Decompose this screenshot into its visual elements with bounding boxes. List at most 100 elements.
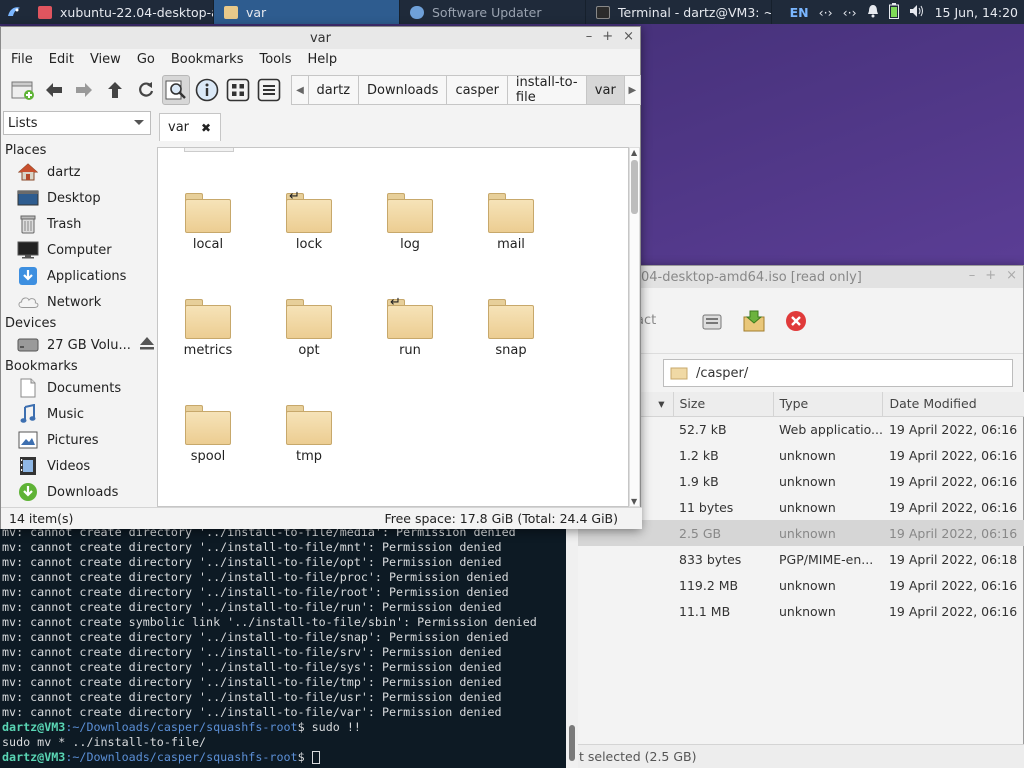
task-archive[interactable]: xubuntu-22.04-desktop-a... [28,0,214,24]
whisker-menu-button[interactable] [0,0,28,24]
column-type[interactable]: Type [773,392,884,417]
folder-item-run[interactable]: ↵ run [370,295,450,358]
notification-bell-icon[interactable] [867,4,879,21]
add-files-button[interactable] [740,307,768,335]
archive-cell-size: 2.5 GB [673,520,773,546]
terminal-window[interactable]: mv: cannot create directory '../install-… [0,525,578,768]
archive-table-row[interactable]: 11.1 MB unknown 19 April 2022, 06:16 [561,598,1024,624]
menu-bookmarks[interactable]: Bookmarks [171,52,244,67]
archive-cell-size: 11.1 MB [679,603,731,619]
new-tab-button[interactable] [9,75,37,105]
sidebar-item-downloads[interactable]: Downloads [17,480,118,504]
sidebar-item-trash[interactable]: Trash [17,212,81,236]
scroll-up-icon[interactable]: ▲ [631,148,637,157]
archive-cell-size: 1.2 kB [679,447,719,463]
menu-file[interactable]: File [11,52,33,67]
path-scroll-right-button[interactable]: ▶ [623,75,641,105]
sidebar-item-label: Applications [47,268,127,284]
scroll-down-icon[interactable]: ▼ [631,497,637,506]
sidebar-item-pictures[interactable]: Pictures [17,428,98,452]
folder-item-opt[interactable]: opt [269,299,349,358]
path-scroll-left-button[interactable]: ◀ [291,75,309,105]
menu-go[interactable]: Go [137,52,155,67]
folder-view-scrollbar[interactable]: ▲ ▼ [629,147,640,507]
menu-help[interactable]: Help [308,52,338,67]
column-size[interactable]: Size [673,392,774,417]
task-software-updater[interactable]: Software Updater [400,0,586,24]
sidebar-item-home[interactable]: dartz [17,160,80,184]
archive-cell-date: 19 April 2022, 06:16 [888,447,1018,463]
sidebar-item-videos[interactable]: Videos [17,454,90,478]
sidebar-item-network[interactable]: Network [17,290,101,314]
sidebar-item-computer[interactable]: Computer [17,238,112,262]
terminal-scrollbar[interactable] [566,525,578,768]
clock[interactable]: 15 Jun, 14:20 [935,5,1018,20]
archive-table-row[interactable]: 119.2 MB unknown 19 April 2022, 06:16 [561,572,1024,598]
task-terminal[interactable]: Terminal - dartz@VM3: ~/... [586,0,772,24]
keyboard-layout[interactable]: EN [790,5,809,20]
vpn-icon[interactable]: ‹·› [843,5,857,20]
sidebar-item-label: Downloads [47,484,119,500]
sidebar-item-volume[interactable]: 27 GB Volu... [17,333,154,357]
network-icon[interactable]: ‹·› [819,5,833,20]
folder-item-snap[interactable]: snap [471,299,551,358]
close-tab-icon[interactable]: ✖ [201,121,211,135]
sidebar-item-music[interactable]: Music [17,402,84,426]
stop-button[interactable] [782,307,810,335]
archive-cell-type: unknown [779,473,836,489]
terminal-output-line: mv: cannot create directory '../install-… [2,675,502,689]
archive-cell-type: unknown [779,603,836,619]
path-segment-dartz[interactable]: dartz [307,75,360,105]
menu-tools[interactable]: Tools [259,52,291,67]
task-var[interactable]: var [214,0,400,24]
path-segment-casper[interactable]: casper [446,75,508,105]
path-segment-var[interactable]: var [585,75,625,105]
folder-item-mail[interactable]: mail [471,193,551,252]
folder-view-scroll-thumb[interactable] [631,160,638,214]
extract-button[interactable]: act [636,313,684,328]
menu-view[interactable]: View [90,52,121,67]
folder-item-metrics[interactable]: metrics [168,299,248,358]
back-button[interactable] [40,75,68,105]
minimize-button[interactable]: – [969,268,976,283]
folder-item-local[interactable]: local [168,193,248,252]
archive-cell-type: unknown [779,577,836,593]
archive-table-row[interactable]: g833 bytesPGP/MIME-en...19 April 2022, 0… [561,546,1024,572]
tab-var[interactable]: var ✖ [159,113,221,141]
folder-item-lock[interactable]: ↵ lock [269,189,349,252]
sidebar-item-applications[interactable]: Applications [17,264,126,288]
path-segment-install-to-file[interactable]: install-to-file [506,75,587,105]
forward-button[interactable] [70,75,98,105]
prompt-path: :~/Downloads/casper/squashfs-root [65,720,298,734]
close-button[interactable]: × [1006,268,1017,283]
folder-item-tmp[interactable]: tmp [269,405,349,464]
fm-titlebar[interactable]: var – + × [1,27,640,49]
task-label: Software Updater [432,4,542,20]
path-segment-downloads[interactable]: Downloads [358,75,448,105]
sidebar: Lists Places dartz Desktop Trash Compute… [1,111,155,506]
sidebar-view-combo[interactable]: Lists [3,111,151,135]
search-button[interactable] [162,75,191,105]
folder-item-spool[interactable]: spool [168,405,248,464]
sidebar-item-desktop[interactable]: Desktop [17,186,101,210]
properties-button[interactable] [698,307,726,335]
battery-icon[interactable] [888,2,899,22]
volume-icon[interactable] [909,4,925,21]
parent-folder-button[interactable] [101,75,129,105]
folder-view[interactable]: local ↵ lock log mail metrics opt ↵ run snap spool… [157,147,629,507]
eject-icon[interactable] [139,336,155,354]
column-date-modified[interactable]: Date Modified [882,392,1024,417]
icon-view-button[interactable] [224,75,252,105]
list-view-button[interactable] [255,75,283,105]
close-button[interactable]: × [623,29,634,44]
reload-button[interactable] [132,75,160,105]
folder-item-log[interactable]: log [370,193,450,252]
sidebar-item-documents[interactable]: Documents [17,376,121,400]
maximize-button[interactable]: + [602,29,613,44]
maximize-button[interactable]: + [985,268,996,283]
minimize-button[interactable]: – [586,29,593,44]
terminal-scroll-thumb[interactable] [569,725,575,761]
archive-location-field[interactable]: /casper/ [663,359,1013,387]
view-details-button[interactable] [193,75,221,105]
menu-edit[interactable]: Edit [49,52,74,67]
